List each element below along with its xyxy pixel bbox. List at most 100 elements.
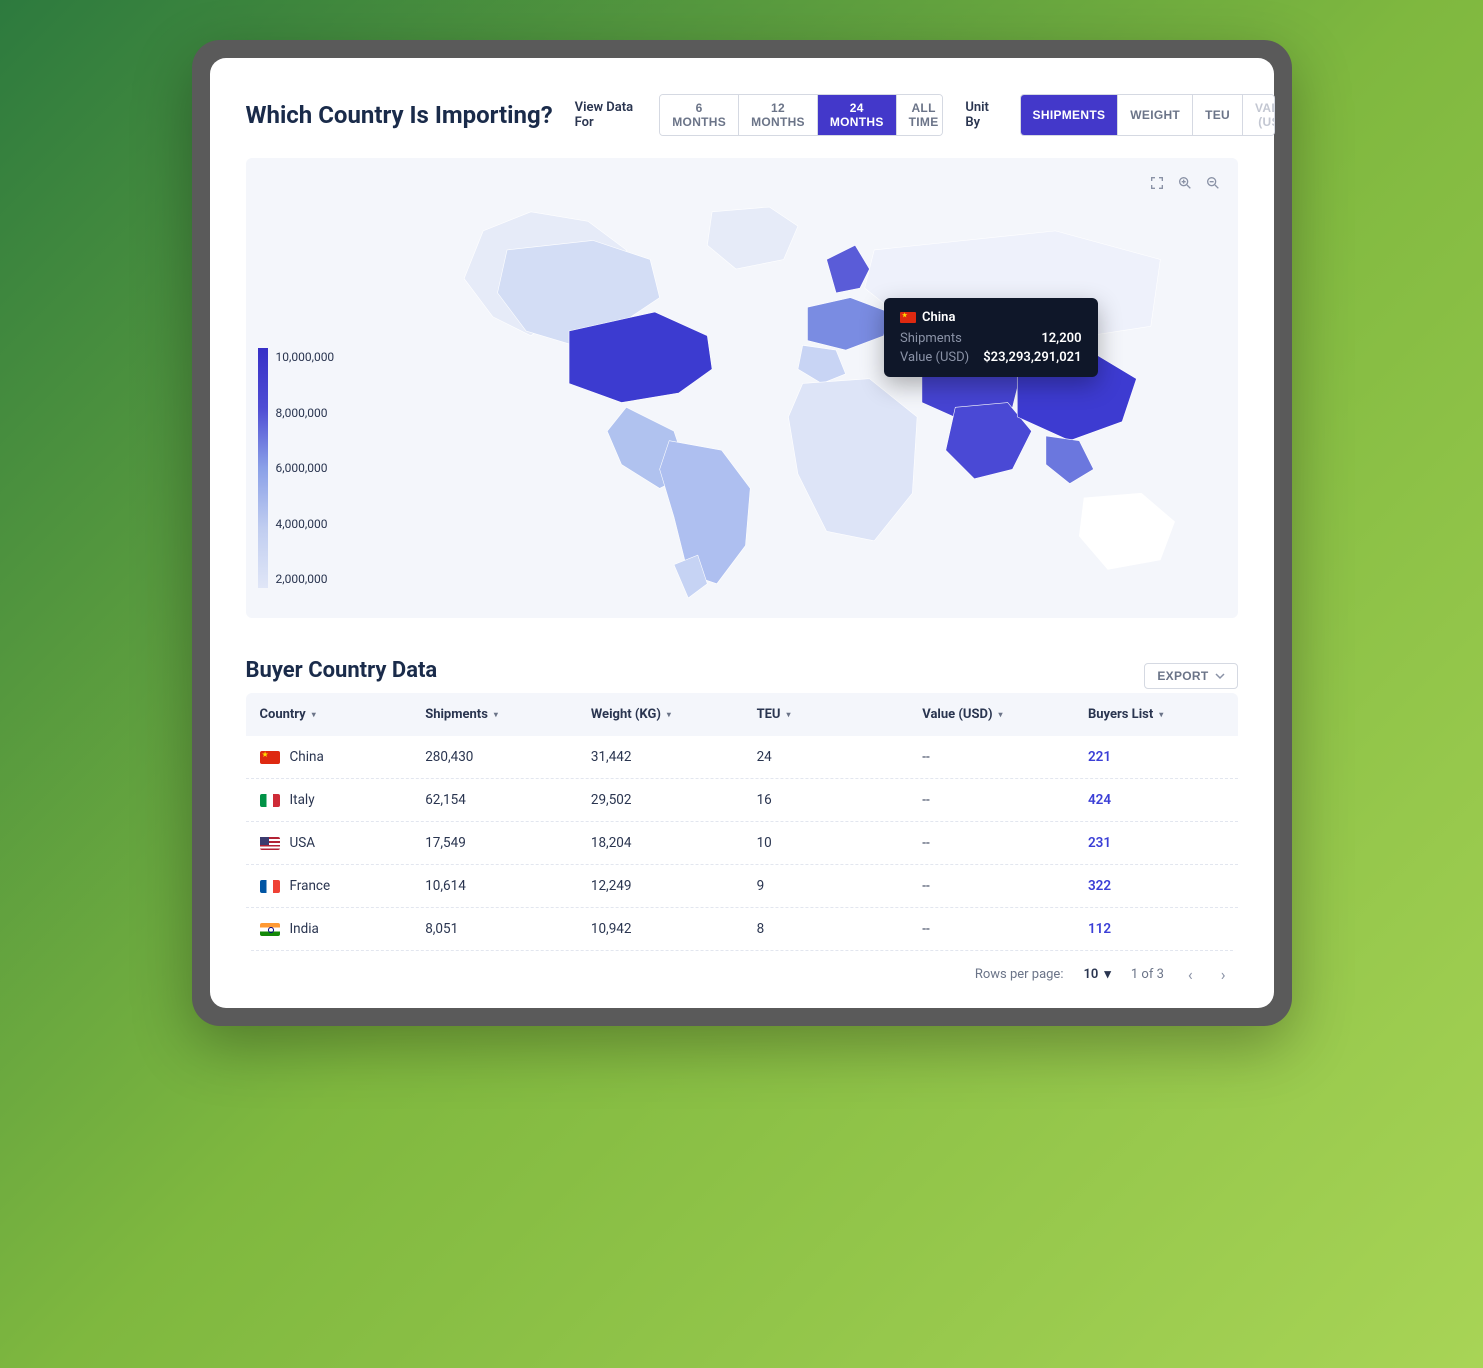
cell-teu: 8 [757, 921, 923, 937]
cell-shipments: 62,154 [425, 792, 591, 808]
cell-shipments: 10,614 [425, 878, 591, 894]
cell-country: Italy [260, 792, 426, 808]
tooltip-ship-label: Shipments [900, 331, 962, 346]
legend-tick: 8,000,000 [276, 406, 335, 420]
map-legend: 10,000,000 8,000,000 6,000,000 4,000,000 2,0… [258, 348, 335, 588]
cell-value: -- [922, 921, 1088, 937]
next-page-button[interactable]: › [1217, 965, 1230, 984]
table-row: India8,05110,9428--112 [246, 908, 1238, 951]
cell-shipments: 17,549 [425, 835, 591, 851]
tooltip-value-value: $23,293,291,021 [983, 350, 1081, 365]
china-flag-icon [900, 312, 916, 323]
table-title: Buyer Country Data [246, 658, 438, 683]
country-scandinavia[interactable] [826, 245, 869, 293]
prev-page-button[interactable]: ‹ [1184, 965, 1197, 984]
legend-tick: 6,000,000 [276, 461, 335, 475]
view-range-6-months[interactable]: 6 MONTHS [660, 95, 739, 135]
cell-shipments: 8,051 [425, 921, 591, 937]
cell-country: India [260, 921, 426, 937]
cell-value: -- [922, 749, 1088, 765]
legend-tick: 10,000,000 [276, 350, 335, 364]
cell-value: -- [922, 878, 1088, 894]
cell-teu: 16 [757, 792, 923, 808]
table-header-row: Buyer Country Data EXPORT [246, 658, 1238, 693]
world-map[interactable] [426, 188, 1208, 598]
col-weight-kg-[interactable]: Weight (KG)▾ [591, 707, 757, 722]
cell-weight: 10,942 [591, 921, 757, 937]
col-teu[interactable]: TEU▾ [757, 707, 923, 722]
sort-caret-icon: ▾ [312, 710, 316, 719]
cell-value: -- [922, 835, 1088, 851]
flag-icon [260, 923, 280, 936]
cell-country: France [260, 878, 426, 894]
col-buyers-list[interactable]: Buyers List▾ [1088, 707, 1224, 722]
tooltip-ship-value: 12,200 [1041, 331, 1081, 346]
tooltip-value-label: Value (USD) [900, 350, 969, 365]
unit-by-segmented: SHIPMENTSWEIGHTTEUVALUE (USD) [1020, 94, 1275, 136]
sort-caret-icon: ▾ [667, 710, 671, 719]
table-row: China280,43031,44224--221 [246, 736, 1238, 779]
buyer-country-table: Country▾Shipments▾Weight (KG)▾TEU▾Value … [246, 693, 1238, 951]
table-row: USA17,54918,20410--231 [246, 822, 1238, 865]
pagination: Rows per page: 10▾ 1 of 3 ‹ › [246, 951, 1238, 984]
table-row: France10,61412,2499--322 [246, 865, 1238, 908]
sort-caret-icon: ▾ [999, 710, 1003, 719]
unit-by-label: Unit By [965, 100, 997, 130]
tooltip-country: China [900, 310, 1081, 325]
table-head: Country▾Shipments▾Weight (KG)▾TEU▾Value … [246, 693, 1238, 736]
chevron-down-icon [1215, 671, 1225, 681]
header: Which Country Is Importing? View Data Fo… [246, 94, 1238, 136]
cell-country: USA [260, 835, 426, 851]
cell-weight: 18,204 [591, 835, 757, 851]
map-tooltip: China Shipments 12,200 Value (USD) $23,293… [884, 298, 1097, 377]
buyers-link[interactable]: 112 [1088, 921, 1224, 937]
rows-per-page-label: Rows per page: [975, 967, 1064, 982]
cell-weight: 31,442 [591, 749, 757, 765]
view-range-all-time[interactable]: ALL TIME [897, 95, 944, 135]
legend-tick: 2,000,000 [276, 572, 335, 586]
buyers-link[interactable]: 221 [1088, 749, 1224, 765]
cell-country: China [260, 749, 426, 765]
world-map-svg [426, 188, 1208, 598]
flag-icon [260, 837, 280, 850]
cell-teu: 9 [757, 878, 923, 894]
sort-caret-icon: ▾ [787, 710, 791, 719]
page-title: Which Country Is Importing? [246, 101, 553, 129]
flag-icon [260, 751, 280, 764]
cell-weight: 12,249 [591, 878, 757, 894]
cell-weight: 29,502 [591, 792, 757, 808]
col-shipments[interactable]: Shipments▾ [425, 707, 591, 722]
col-country[interactable]: Country▾ [260, 707, 426, 722]
view-range-24-months[interactable]: 24 MONTHS [818, 95, 897, 135]
cell-teu: 24 [757, 749, 923, 765]
export-button[interactable]: EXPORT [1144, 663, 1237, 689]
view-data-for-label: View Data For [575, 100, 638, 130]
legend-gradient [258, 348, 268, 588]
legend-tick: 4,000,000 [276, 517, 335, 531]
sort-caret-icon: ▾ [494, 710, 498, 719]
buyers-link[interactable]: 231 [1088, 835, 1224, 851]
choropleth-map-card: 10,000,000 8,000,000 6,000,000 4,000,000 2,0… [246, 158, 1238, 618]
cell-shipments: 280,430 [425, 749, 591, 765]
caret-down-icon: ▾ [1104, 967, 1111, 982]
rows-per-page-select[interactable]: 10▾ [1083, 967, 1110, 982]
flag-icon [260, 794, 280, 807]
view-range-segmented: 6 MONTHS12 MONTHS24 MONTHSALL TIME [659, 94, 943, 136]
view-range-12-months[interactable]: 12 MONTHS [739, 95, 818, 135]
legend-ticks: 10,000,000 8,000,000 6,000,000 4,000,000 2,0… [276, 348, 335, 588]
buyers-link[interactable]: 322 [1088, 878, 1224, 894]
unit-weight[interactable]: WEIGHT [1118, 95, 1193, 135]
buyers-link[interactable]: 424 [1088, 792, 1224, 808]
unit-teu[interactable]: TEU [1193, 95, 1243, 135]
cell-value: -- [922, 792, 1088, 808]
dashboard-panel: Which Country Is Importing? View Data Fo… [210, 58, 1274, 1008]
device-frame: Which Country Is Importing? View Data Fo… [192, 40, 1292, 1026]
cell-teu: 10 [757, 835, 923, 851]
table-body: China280,43031,44224--221Italy62,15429,5… [246, 736, 1238, 951]
unit-shipments[interactable]: SHIPMENTS [1021, 95, 1119, 135]
page-range: 1 of 3 [1131, 967, 1164, 982]
unit-value-usd-: VALUE (USD) [1243, 95, 1275, 135]
col-value-usd-[interactable]: Value (USD)▾ [922, 707, 1088, 722]
time-controls: View Data For 6 MONTHS12 MONTHS24 MONTHS… [575, 94, 1275, 136]
sort-caret-icon: ▾ [1159, 710, 1163, 719]
